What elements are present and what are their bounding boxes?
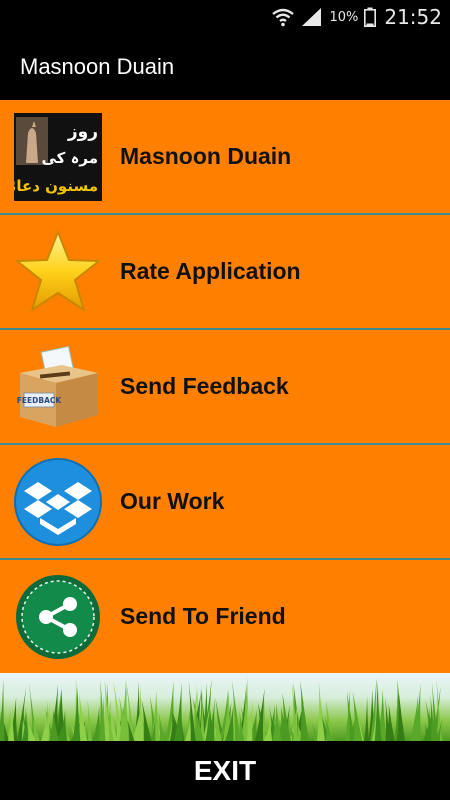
menu-item-send-feedback[interactable]: FEEDBACK Send Feedback <box>0 330 450 445</box>
signal-icon <box>301 7 323 27</box>
masnoon-duain-logo-icon: روز مرہ کی مسنون دعائیں <box>12 111 104 203</box>
menu-item-label: Send To Friend <box>120 603 286 629</box>
star-icon <box>12 226 104 318</box>
exit-label: EXIT <box>193 754 257 786</box>
exit-button[interactable]: EXIT <box>0 741 450 800</box>
logo-line-1: روز <box>67 122 98 142</box>
menu-item-label: Send Feedback <box>120 373 289 399</box>
status-bar: 10% 21:52 <box>0 0 450 34</box>
app-title: Masnoon Duain <box>20 54 175 79</box>
menu-item-label: Rate Application <box>120 258 301 284</box>
feedback-label-text: FEEDBACK <box>17 396 63 405</box>
share-icon <box>12 571 104 663</box>
logo-line-2: مرہ کی <box>41 149 98 167</box>
dropbox-icon <box>12 456 104 548</box>
feedback-box-icon: FEEDBACK <box>12 341 104 433</box>
wifi-icon <box>271 7 295 27</box>
app-bar: Masnoon Duain <box>0 34 450 100</box>
status-clock: 21:52 <box>384 5 442 29</box>
menu-item-rate-application[interactable]: Rate Application <box>0 215 450 330</box>
menu-item-our-work[interactable]: Our Work <box>0 445 450 560</box>
menu-list: روز مرہ کی مسنون دعائیں Masnoon Duain Ra… <box>0 100 450 675</box>
grass-banner <box>0 673 450 741</box>
menu-item-masnoon-duain[interactable]: روز مرہ کی مسنون دعائیں Masnoon Duain <box>0 100 450 215</box>
menu-item-label: Our Work <box>120 488 225 514</box>
logo-line-3: مسنون دعائیں <box>14 177 98 195</box>
battery-percent: 10% <box>329 9 359 25</box>
battery-icon <box>364 7 377 27</box>
menu-item-send-to-friend[interactable]: Send To Friend <box>0 560 450 675</box>
menu-item-label: Masnoon Duain <box>120 143 292 169</box>
